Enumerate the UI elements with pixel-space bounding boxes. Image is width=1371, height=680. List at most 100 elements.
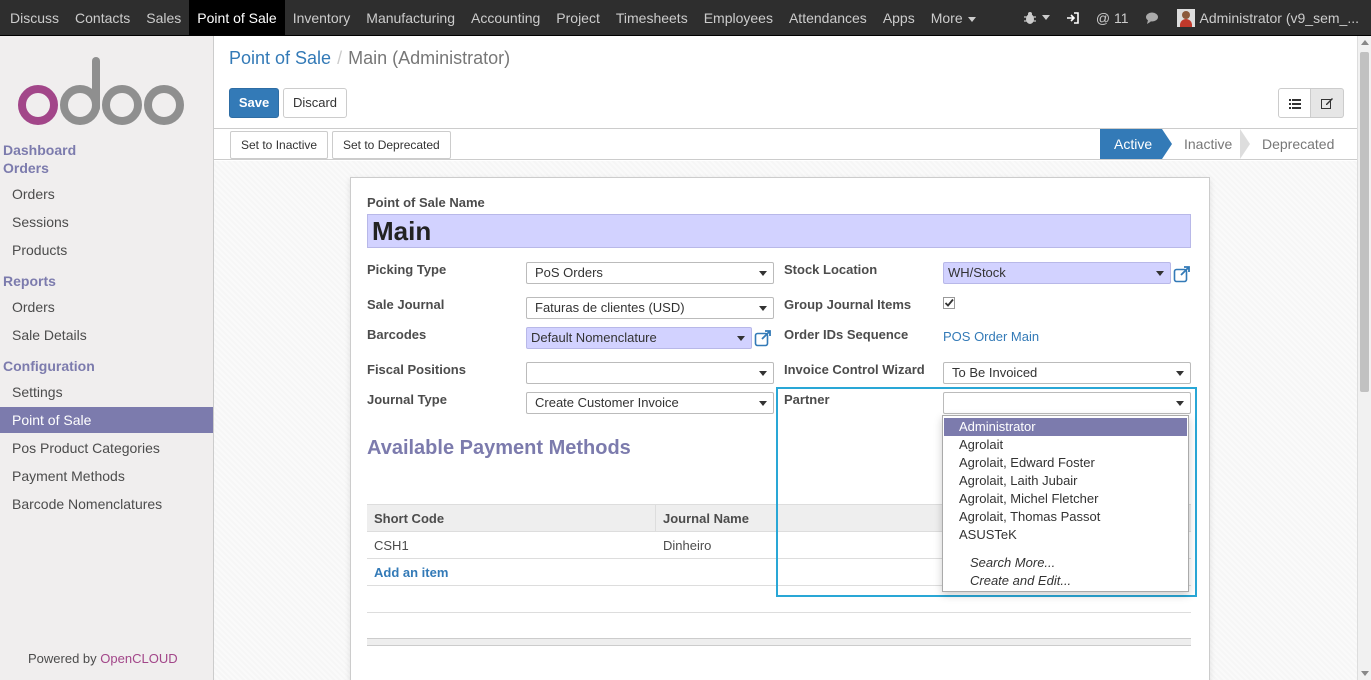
set-to-inactive-button[interactable]: Set to Inactive [230, 131, 329, 159]
sidebar-item-report-orders[interactable]: Orders [0, 294, 213, 320]
partner-autocomplete-dropdown: Administrator Agrolait Agrolait, Edward … [942, 415, 1189, 592]
sidebar-section-configuration: Configuration [3, 358, 95, 374]
breadcrumb: Point of Sale / Main (Administrator) [229, 48, 510, 69]
partner-option[interactable]: Agrolait, Thomas Passot [943, 508, 1188, 526]
menu-inventory[interactable]: Inventory [285, 0, 359, 35]
powered-by-brand-link[interactable]: OpenCLOUD [100, 651, 177, 666]
stage-deprecated[interactable]: Deprecated [1240, 129, 1357, 159]
partner-option[interactable]: Agrolait, Laith Jubair [943, 472, 1188, 490]
sidebar-item-sale-details[interactable]: Sale Details [0, 322, 213, 348]
order-ids-sequence-link[interactable]: POS Order Main [943, 329, 1039, 344]
invoice-control-wizard-value: To Be Invoiced [952, 365, 1038, 380]
partner-option[interactable]: Agrolait, Edward Foster [943, 454, 1188, 472]
dropdown-arrow-icon [737, 336, 745, 341]
menu-sales[interactable]: Sales [138, 0, 189, 35]
add-an-item-link[interactable]: Add an item [367, 559, 448, 586]
user-name: Administrator (v9_sem_... [1199, 9, 1360, 26]
picking-type-label: Picking Type [367, 262, 447, 277]
partner-option[interactable]: Agrolait [943, 436, 1188, 454]
menu-project[interactable]: Project [548, 0, 608, 35]
comments-icon [1145, 12, 1158, 24]
cell-short-code: CSH1 [374, 538, 409, 553]
picking-type-select[interactable]: PoS Orders [526, 262, 774, 284]
view-switcher [1278, 88, 1344, 118]
powered-by: Powered by OpenCLOUD [28, 651, 178, 666]
column-short-code[interactable]: Short Code [367, 505, 656, 531]
sidebar-section-dashboard[interactable]: Dashboard [3, 142, 76, 158]
breadcrumb-parent-link[interactable]: Point of Sale [229, 48, 331, 68]
list-view-button[interactable] [1278, 88, 1311, 118]
barcodes-value: Default Nomenclature [531, 330, 657, 345]
sidebar-item-barcode-nomenclatures[interactable]: Barcode Nomenclatures [0, 491, 213, 517]
app-menu: Discuss Contacts Sales Point of Sale Inv… [2, 0, 984, 35]
sidebar-item-products[interactable]: Products [0, 237, 213, 263]
odoo-logo [18, 57, 184, 125]
switch-company-button[interactable] [1066, 11, 1080, 25]
sidebar-section-orders: Orders [3, 160, 49, 176]
dropdown-spacer [943, 544, 1188, 554]
fiscal-positions-select[interactable] [526, 362, 774, 384]
list-icon [1288, 98, 1301, 109]
breadcrumb-separator: / [337, 48, 343, 68]
pos-name-input[interactable]: Main [367, 214, 1191, 248]
sidebar-item-orders[interactable]: Orders [0, 181, 213, 207]
menu-more[interactable]: More [923, 0, 984, 35]
barcodes-select[interactable]: Default Nomenclature [526, 327, 752, 349]
menu-attendances[interactable]: Attendances [781, 0, 875, 35]
divider [367, 612, 1191, 613]
cell-journal-name: Dinheiro [663, 538, 712, 553]
external-link-icon[interactable] [1173, 265, 1191, 283]
mentions-counter[interactable]: @ 11 [1096, 10, 1129, 26]
user-menu[interactable]: Administrator (v9_sem_... [1176, 8, 1360, 27]
sale-journal-select[interactable]: Faturas de clientes (USD) [526, 297, 774, 319]
sidebar-item-pos-product-categories[interactable]: Pos Product Categories [0, 435, 213, 461]
chevron-down-icon [967, 16, 976, 22]
scroll-up-icon[interactable] [1361, 40, 1369, 45]
partner-option[interactable]: Agrolait, Michel Fletcher [943, 490, 1188, 508]
pos-name-label: Point of Sale Name [367, 195, 485, 210]
page-scrollbar[interactable] [1357, 36, 1371, 680]
menu-discuss[interactable]: Discuss [2, 0, 67, 35]
sale-journal-label: Sale Journal [367, 297, 445, 312]
menu-employees[interactable]: Employees [696, 0, 781, 35]
journal-type-select[interactable]: Create Customer Invoice [526, 392, 774, 414]
group-journal-items-checkbox[interactable] [943, 297, 957, 311]
stock-location-select[interactable]: WH/Stock [943, 262, 1171, 284]
stage-active[interactable]: Active [1100, 129, 1172, 159]
sidebar-item-sessions[interactable]: Sessions [0, 209, 213, 235]
menu-apps[interactable]: Apps [875, 0, 923, 35]
debug-menu[interactable] [1023, 11, 1050, 25]
partner-option[interactable]: Administrator [944, 418, 1187, 436]
column-journal-name[interactable]: Journal Name [656, 505, 749, 533]
set-to-deprecated-button[interactable]: Set to Deprecated [332, 131, 451, 159]
sidebar-item-point-of-sale[interactable]: Point of Sale [0, 407, 213, 433]
discard-button[interactable]: Discard [283, 88, 347, 118]
chat-button[interactable] [1145, 11, 1161, 25]
save-button[interactable]: Save [229, 88, 279, 118]
scrollbar-thumb[interactable] [1360, 52, 1369, 392]
form-view-button[interactable] [1311, 88, 1344, 118]
menu-manufacturing[interactable]: Manufacturing [358, 0, 463, 35]
scroll-down-icon[interactable] [1361, 671, 1369, 676]
payment-methods-title: Available Payment Methods [367, 437, 631, 459]
dropdown-arrow-icon [1156, 271, 1164, 276]
menu-contacts[interactable]: Contacts [67, 0, 138, 35]
bug-icon [1023, 11, 1036, 24]
status-bar: Set to Inactive Set to Deprecated Active… [214, 128, 1357, 160]
menu-point-of-sale[interactable]: Point of Sale [189, 0, 285, 35]
create-and-edit-option[interactable]: Create and Edit... [943, 572, 1188, 590]
search-more-option[interactable]: Search More... [943, 554, 1188, 572]
divider [367, 638, 1191, 646]
stage-inactive[interactable]: Inactive [1162, 129, 1250, 159]
dropdown-arrow-icon [1176, 371, 1184, 376]
sidebar-item-payment-methods[interactable]: Payment Methods [0, 463, 213, 489]
sidebar-item-settings[interactable]: Settings [0, 379, 213, 405]
menu-accounting[interactable]: Accounting [463, 0, 548, 35]
invoice-control-wizard-select[interactable]: To Be Invoiced [943, 362, 1191, 384]
external-link-icon[interactable] [754, 329, 772, 347]
partner-option[interactable]: ASUSTeK [943, 526, 1188, 544]
sign-in-icon [1066, 11, 1079, 24]
menu-timesheets[interactable]: Timesheets [608, 0, 696, 35]
dropdown-arrow-icon [759, 371, 767, 376]
breadcrumb-current: Main (Administrator) [348, 48, 511, 68]
